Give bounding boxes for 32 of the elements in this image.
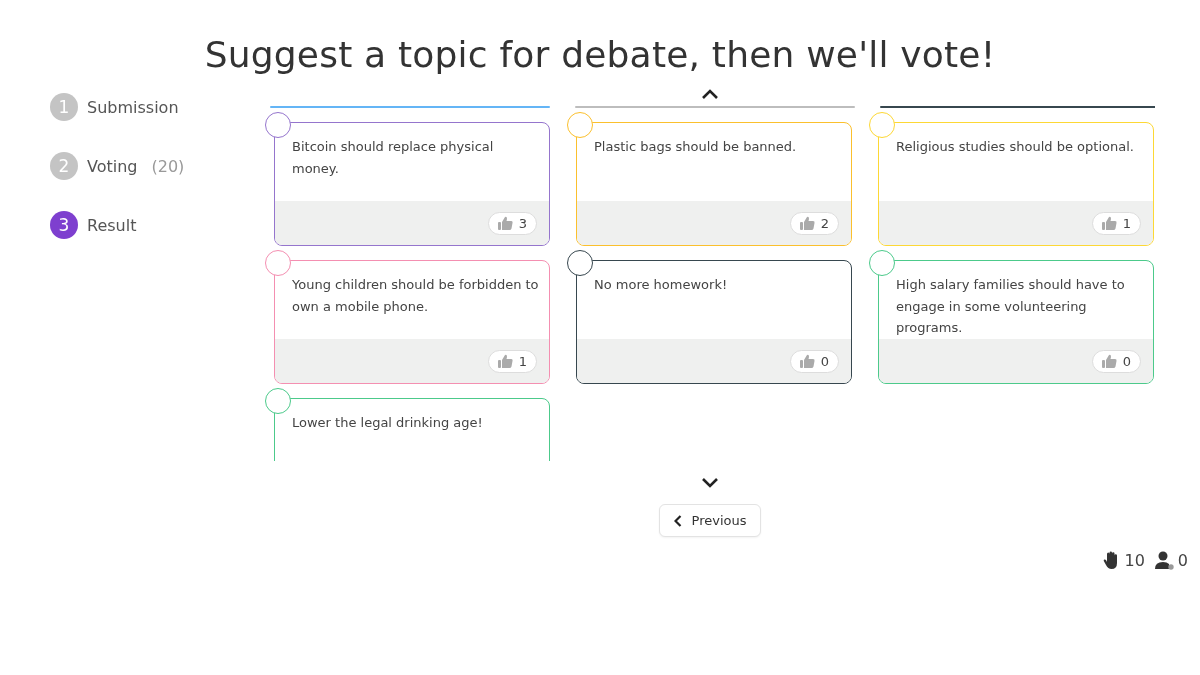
hand-count: 10 xyxy=(1124,551,1145,570)
step-label[interactable]: Voting xyxy=(87,156,138,176)
page-title: Suggest a topic for debate, then we'll vote! xyxy=(203,33,997,75)
step-label[interactable]: Submission xyxy=(87,97,179,117)
topic-text: Young children should be forbidden to own a mobile phone. xyxy=(291,276,540,316)
step-label[interactable]: Result xyxy=(87,215,137,235)
step-count: (20) xyxy=(151,156,185,176)
step-number[interactable]: 3 xyxy=(50,211,78,239)
topic-text: Religious studies should be optional. xyxy=(895,138,1135,156)
vote-count-button[interactable]: 0 xyxy=(789,349,839,373)
thumbs-up-icon xyxy=(799,354,815,368)
thumbs-up-icon xyxy=(497,354,513,368)
previous-button[interactable]: Previous xyxy=(658,504,762,537)
topic-text: Lower the legal drinking age! xyxy=(291,414,484,432)
vote-count-button[interactable]: 3 xyxy=(487,211,537,235)
topic-text: No more homework! xyxy=(593,276,729,294)
chevron-left-icon xyxy=(673,514,682,527)
vote-count-button[interactable]: 1 xyxy=(1091,211,1141,235)
vote-count-button[interactable]: 1 xyxy=(487,349,537,373)
vote-count-button[interactable]: 2 xyxy=(789,211,839,235)
thumbs-up-icon xyxy=(497,216,513,230)
chevron-up-icon[interactable] xyxy=(701,89,719,100)
topic-text: High salary families should have to engage in some volunteering programs. xyxy=(895,276,1126,337)
topic-text: Bitcoin should replace physical money. xyxy=(291,138,495,178)
user-icon xyxy=(1154,551,1175,570)
thumbs-up-icon xyxy=(1101,216,1117,230)
vote-count-button[interactable]: 0 xyxy=(1091,349,1141,373)
chevron-down-icon[interactable] xyxy=(701,477,719,488)
thumbs-up-icon xyxy=(799,216,815,230)
thumbs-up-icon xyxy=(1101,354,1117,368)
topic-text: Plastic bags should be banned. xyxy=(593,138,798,156)
participant-count: 0 xyxy=(1177,551,1188,570)
